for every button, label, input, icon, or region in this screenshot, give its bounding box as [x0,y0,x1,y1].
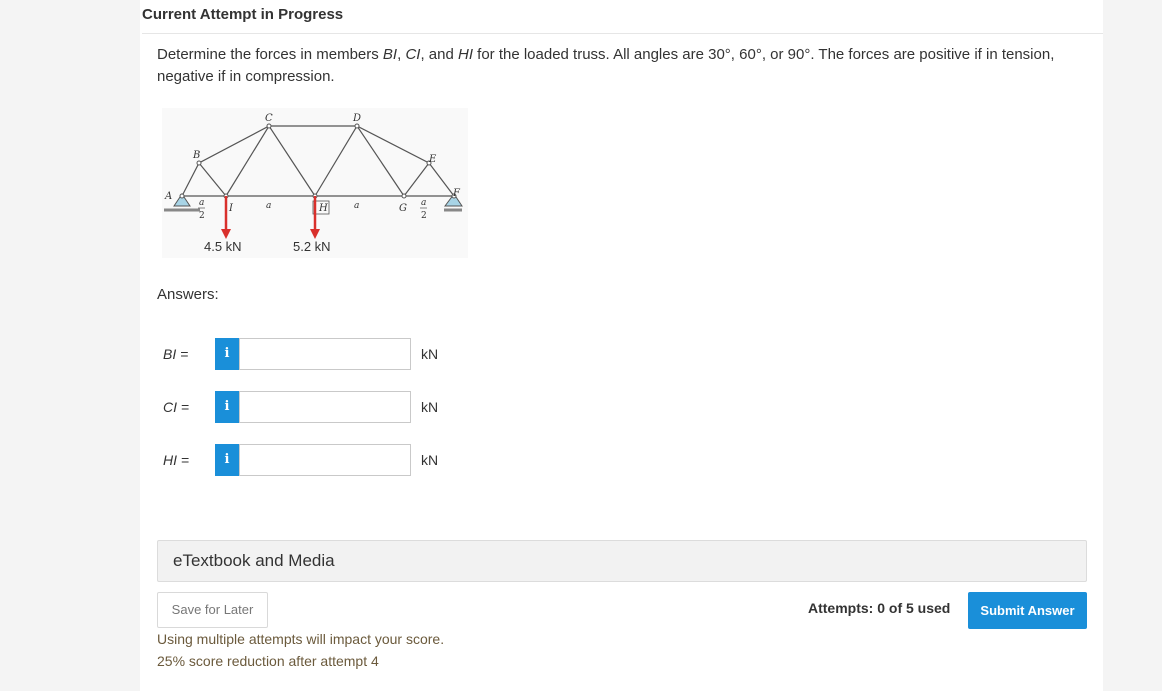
load-label-1: 4.5 kN [204,239,242,254]
member-dh-line [314,125,358,197]
dim-half-a-den-2: 2 [421,211,427,221]
info-icon[interactable]: i [215,444,239,476]
label-e: E [428,154,437,165]
label-h: H [318,203,328,214]
dim-half-a-num-2: a [421,198,426,208]
load-arrowhead-2 [310,229,320,239]
load-arrowhead-1 [221,229,231,239]
ci-label: CI = [163,399,190,415]
member-bi-line [198,162,227,197]
bi-label: BI = [163,346,189,362]
label-f: F [452,188,461,199]
submit-answer-button[interactable]: Submit Answer [968,592,1087,629]
attempts-counter: Attempts: 0 of 5 used [808,600,951,616]
joint-d [354,123,360,129]
joint-b [196,160,202,166]
warning-score-reduction: 25% score reduction after attempt 4 [157,653,379,669]
question-text: Determine the forces in members BI, CI, … [157,44,1087,88]
member-eg-line [403,162,430,197]
hi-answer-input[interactable] [239,444,411,476]
info-icon[interactable]: i [215,391,239,423]
warning-multiple-attempts: Using multiple attempts will impact your… [157,631,445,647]
bi-answer-input[interactable] [239,338,411,370]
ci-answer-input[interactable] [239,391,411,423]
dim-a-1: a [266,201,271,211]
label-d: D [352,113,361,124]
ci-unit: kN [421,399,439,415]
top-chord [181,125,455,197]
label-g: G [399,203,407,214]
dim-half-a-num: a [199,198,204,208]
member-bi: BI [382,46,398,63]
page-title: Current Attempt in Progress [142,6,344,23]
header-divider [142,33,1103,34]
hi-label: HI = [163,452,190,468]
label-a: A [164,191,172,202]
dim-a-2: a [354,201,359,211]
save-for-later-button[interactable]: Save for Later [157,592,268,628]
dim-half-a-den: 2 [199,211,205,221]
member-ci: CI [405,46,421,63]
joint-c [266,123,272,129]
answers-label: Answers: [157,286,219,303]
question-text-part: Determine the forces in members [157,46,383,63]
member-hi: HI [457,46,473,63]
bi-unit: kN [421,346,439,362]
truss-diagram: A B C D E F G H I a 2 a a a 2 4.5 kN 5.2… [164,113,463,254]
member-dg-line [356,125,405,197]
hi-unit: kN [421,452,439,468]
label-i: I [228,203,234,214]
label-c: C [265,113,273,124]
joint-g [401,193,407,199]
member-ci-line [225,125,270,197]
info-icon[interactable]: i [215,338,239,370]
joint-a [179,193,185,199]
load-label-2: 5.2 kN [293,239,331,254]
question-text-part: , and [420,46,458,63]
etextbook-media-section[interactable]: eTextbook and Media [157,540,1087,582]
truss-figure: A B C D E F G H I a 2 a a a 2 4.5 kN 5.2… [162,108,468,258]
member-ch-line [268,125,316,197]
label-b: B [192,150,200,161]
